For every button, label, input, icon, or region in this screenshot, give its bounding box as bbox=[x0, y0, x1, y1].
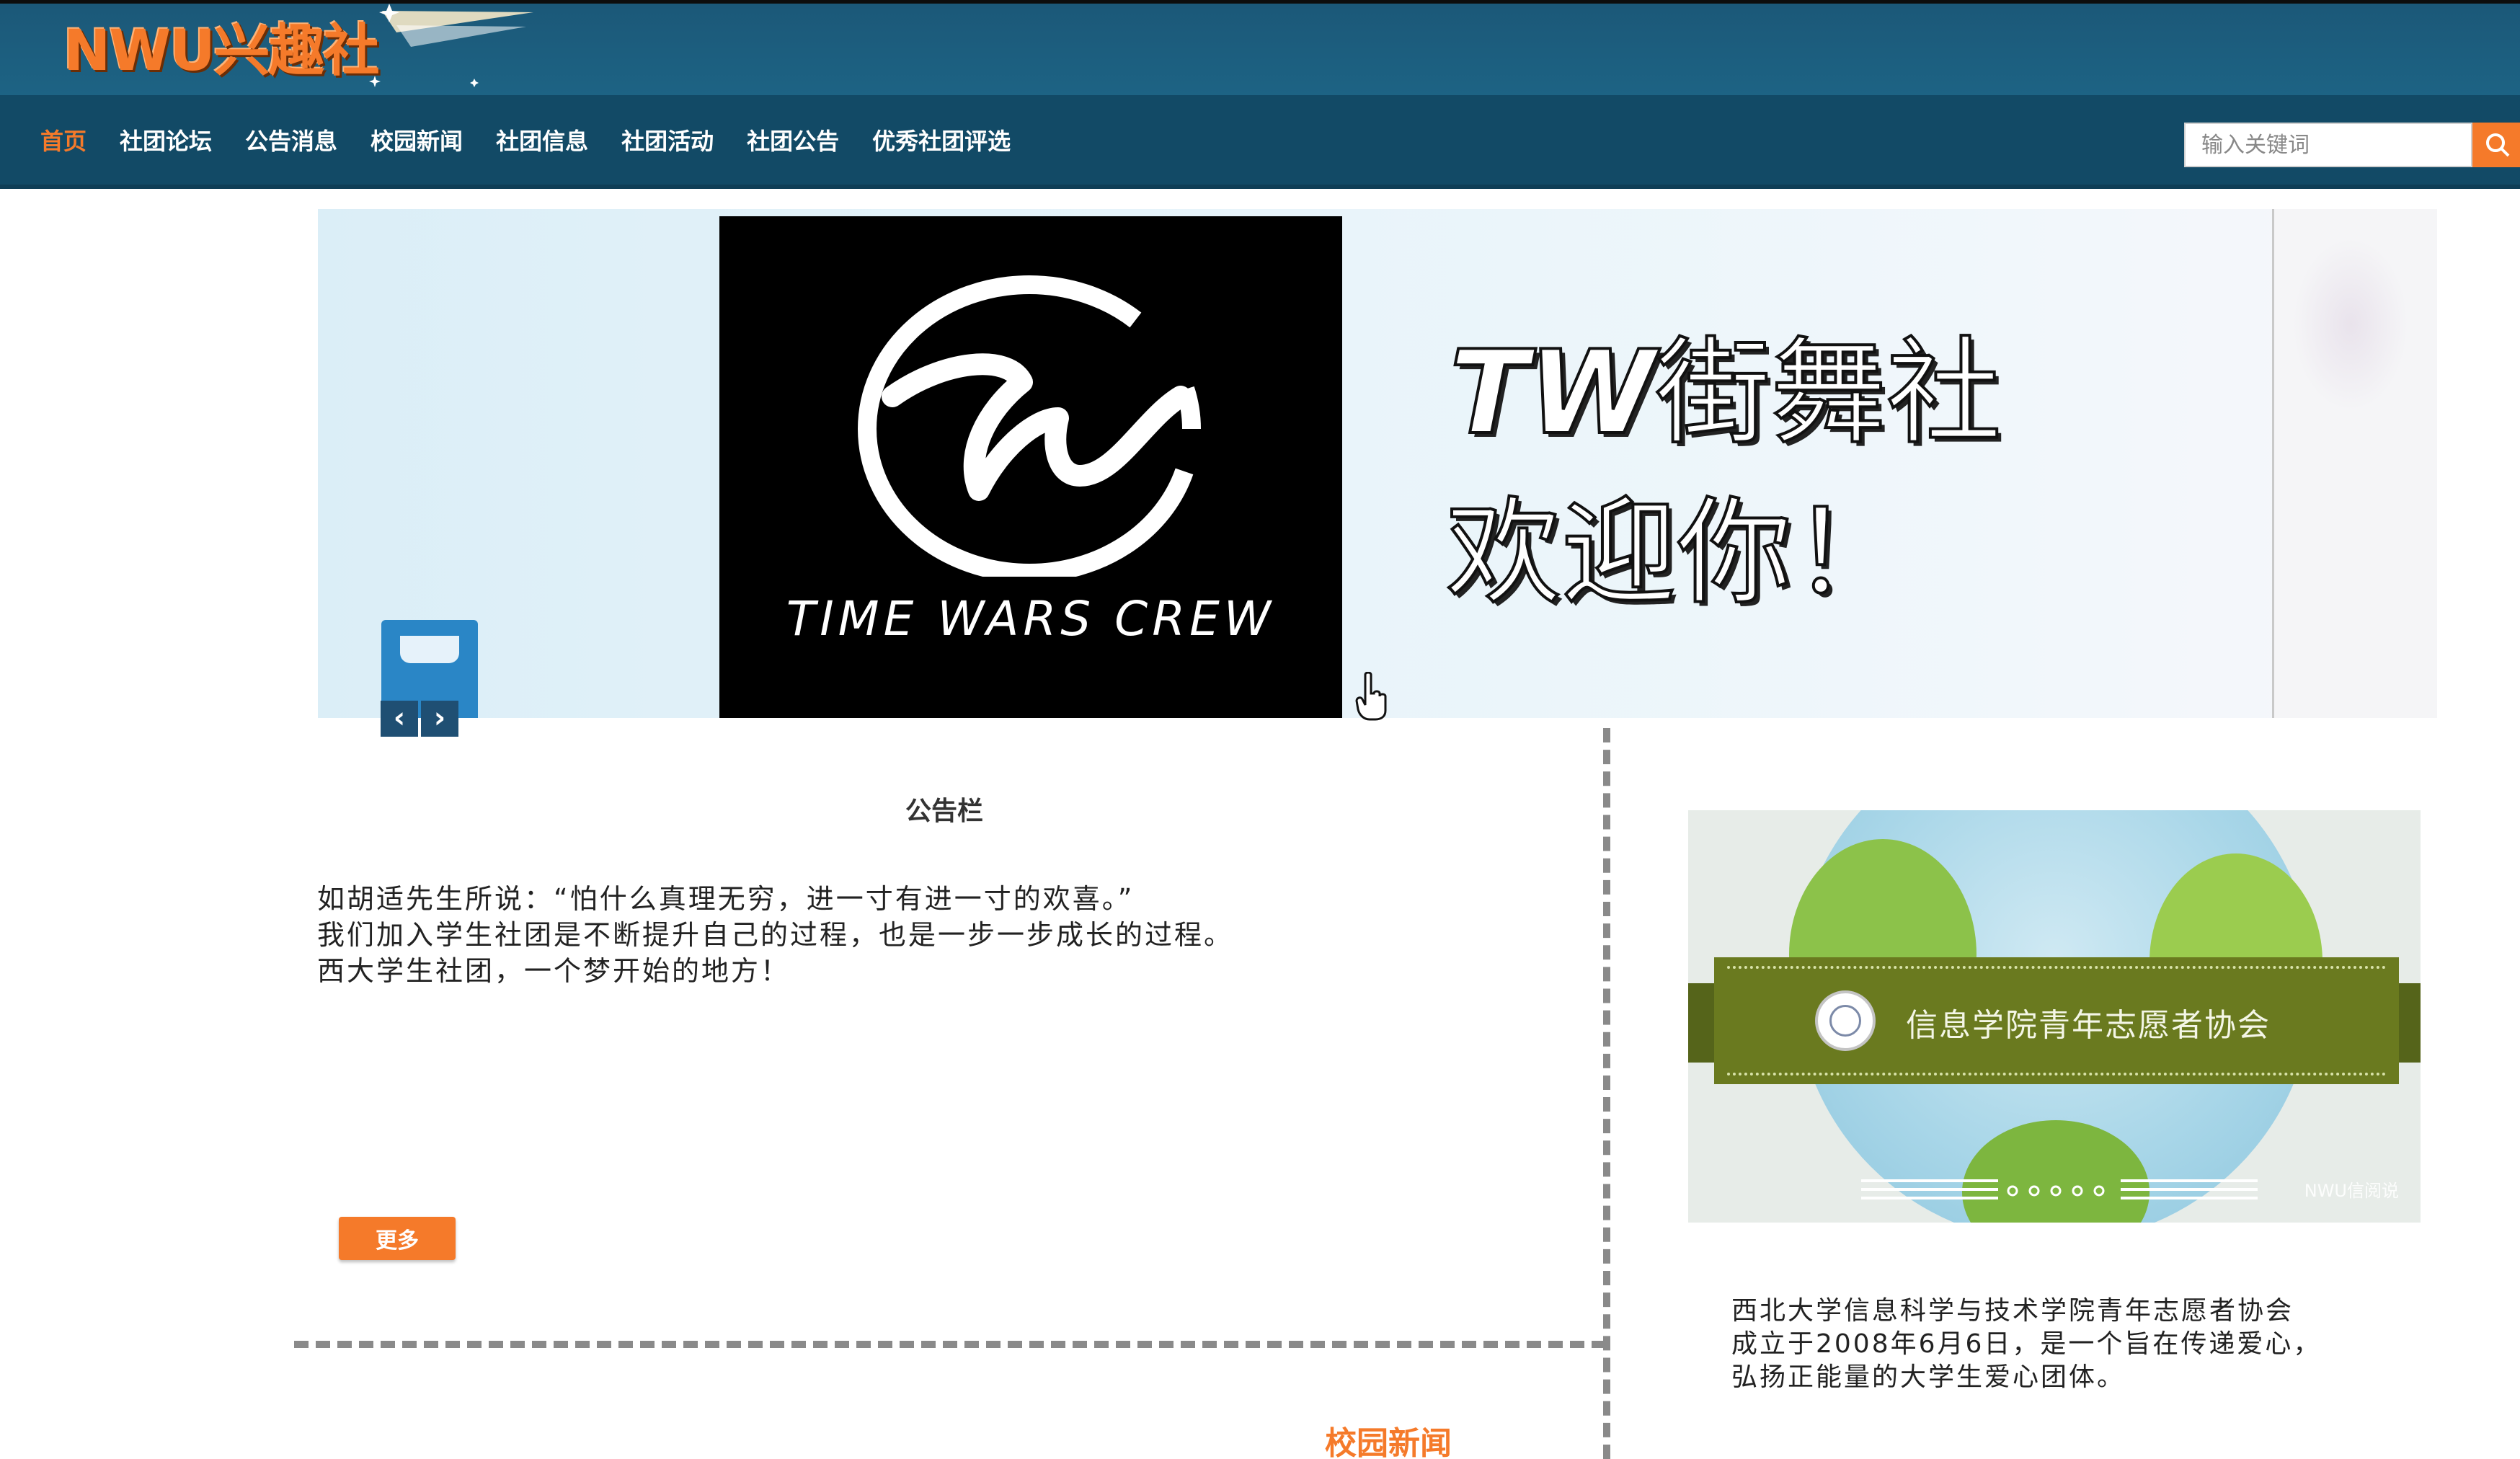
dot-pattern-icon bbox=[2007, 1185, 2105, 1197]
wechat-watermark: NWU信阅说 bbox=[2304, 1181, 2399, 1201]
more-button[interactable]: 更多 bbox=[339, 1217, 456, 1260]
banner-title-prefix: TW bbox=[1448, 324, 1657, 461]
chevron-left-icon: ‹ bbox=[393, 701, 406, 735]
search-input[interactable] bbox=[2184, 123, 2472, 167]
main-nav: 首页 社团论坛 公告消息 校园新闻 社团信息 社团活动 社团公告 优秀社团评选 bbox=[0, 95, 2520, 189]
notice-line: 如胡适先生所说：“怕什么真理无穷，进一寸有进一寸的欢喜。” bbox=[317, 883, 1135, 915]
association-badge-icon bbox=[1815, 990, 1876, 1051]
campus-news-heading[interactable]: 校园新闻 bbox=[1325, 1417, 1452, 1459]
association-description-line: 成立于2008年6月6日，是一个旨在传递爱心， bbox=[1731, 1329, 2322, 1359]
notice-line: 西大学生社团，一个梦开始的地方！ bbox=[317, 955, 791, 987]
nav-item-club-selection[interactable]: 优秀社团评选 bbox=[872, 123, 1011, 156]
site-logo[interactable]: NWU兴趣社 bbox=[63, 15, 380, 87]
carousel-indicator bbox=[1861, 1174, 2265, 1208]
nav-item-campus-news[interactable]: 校园新闻 bbox=[371, 123, 463, 156]
hand-cursor-icon bbox=[1355, 672, 1387, 721]
search-icon bbox=[2486, 133, 2510, 157]
horizontal-divider bbox=[294, 1341, 1606, 1348]
tw-crew-logo-icon bbox=[858, 275, 1201, 577]
banner-title: TW街舞社 bbox=[1448, 324, 2003, 461]
tw-crew-logo-panel: TIME WARS CREW bbox=[719, 216, 1342, 718]
shooting-star-icon bbox=[369, 4, 533, 87]
nav-item-club-notices[interactable]: 社团公告 bbox=[747, 123, 839, 156]
association-description-line: 西北大学信息科学与技术学院青年志愿者协会 bbox=[1731, 1296, 2294, 1326]
nav-item-home[interactable]: 首页 bbox=[40, 123, 86, 156]
nav-item-forum[interactable]: 社团论坛 bbox=[120, 123, 212, 156]
association-ribbon-text: 信息学院青年志愿者协会 bbox=[1906, 1007, 2271, 1044]
chevron-right-icon: › bbox=[433, 701, 446, 735]
banner-decoration bbox=[2293, 238, 2408, 411]
ribbon-tail bbox=[1688, 983, 1717, 1063]
banner-crew-text: TIME WARS CREW bbox=[786, 591, 1276, 647]
vertical-divider bbox=[1603, 728, 1610, 1459]
page: NWU兴趣社 首页 社团论坛 公告消息 校园新闻 社团信息 社团活动 社团公告 … bbox=[0, 0, 2520, 1459]
banner-prev-button[interactable]: ‹ bbox=[381, 701, 418, 737]
banner-carousel[interactable]: TIME WARS CREW TW街舞社 欢迎你！ bbox=[318, 209, 2437, 718]
nav-list: 首页 社团论坛 公告消息 校园新闻 社团信息 社团活动 社团公告 优秀社团评选 bbox=[40, 95, 1044, 185]
association-description: 西北大学信息科学与技术学院青年志愿者协会 成立于2008年6月6日，是一个旨在传… bbox=[1731, 1295, 2452, 1394]
banner-next-button[interactable]: › bbox=[421, 701, 458, 737]
banner-title-rest: 街舞社 bbox=[1654, 324, 2003, 461]
notice-board-body: 如胡适先生所说：“怕什么真理无穷，进一寸有进一寸的欢喜。” 我们加入学生社团是不… bbox=[317, 881, 1543, 989]
notice-line: 我们加入学生社团是不断提升自己的过程，也是一步一步成长的过程。 bbox=[317, 919, 1234, 951]
nav-item-announcements[interactable]: 公告消息 bbox=[245, 123, 337, 156]
notice-board-title: 公告栏 bbox=[905, 797, 983, 826]
nav-item-club-info[interactable]: 社团信息 bbox=[496, 123, 588, 156]
association-image[interactable]: 信息学院青年志愿者协会 NWU信阅说 bbox=[1688, 810, 2421, 1223]
association-description-line: 弘扬正能量的大学生爱心团体。 bbox=[1731, 1362, 2126, 1392]
banner-arrow-controls: ‹ › bbox=[381, 701, 460, 737]
search-button[interactable] bbox=[2472, 123, 2520, 167]
nav-item-club-activities[interactable]: 社团活动 bbox=[621, 123, 714, 156]
header-band: NWU兴趣社 bbox=[0, 0, 2520, 95]
banner-subtitle: 欢迎你！ bbox=[1445, 484, 1909, 621]
